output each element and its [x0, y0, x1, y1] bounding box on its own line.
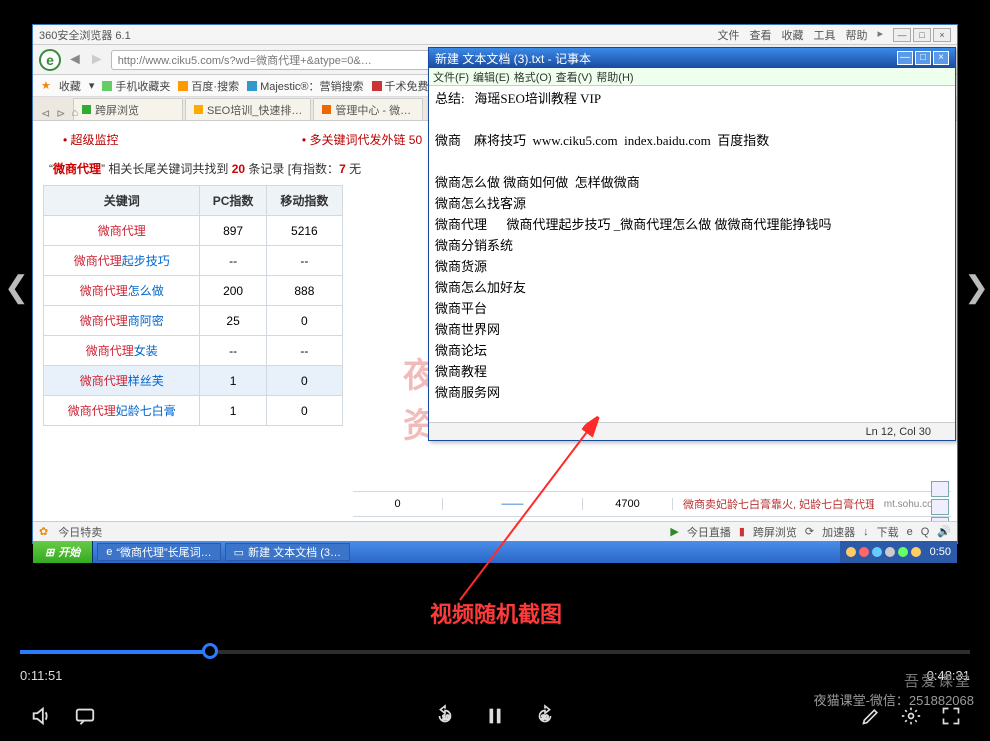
progress-fill [20, 650, 210, 654]
volume-icon[interactable] [30, 705, 52, 727]
rewind-10-icon[interactable]: 10 [434, 705, 456, 727]
progress-bar[interactable] [20, 650, 970, 654]
time-current: 0:11:51 [20, 668, 62, 683]
comment-icon[interactable] [74, 705, 96, 727]
progress-knob[interactable] [202, 643, 218, 659]
svg-text:10: 10 [442, 715, 450, 722]
video-player: ❮ ❯ 360安全浏览器 6.1 文件 查看 收藏 工具 帮助 ▸ — □ × … [0, 0, 990, 741]
annotation-arrow-icon [0, 0, 990, 620]
svg-text:30: 30 [541, 715, 549, 722]
annotation-caption: 视频随机截图 [430, 597, 562, 629]
pause-icon[interactable] [484, 705, 506, 727]
watermark-contact: 夜猫课堂-微信：251882068 [814, 690, 974, 709]
watermark-brand: 吾爱课堂 [904, 670, 972, 691]
forward-30-icon[interactable]: 30 [534, 705, 556, 727]
